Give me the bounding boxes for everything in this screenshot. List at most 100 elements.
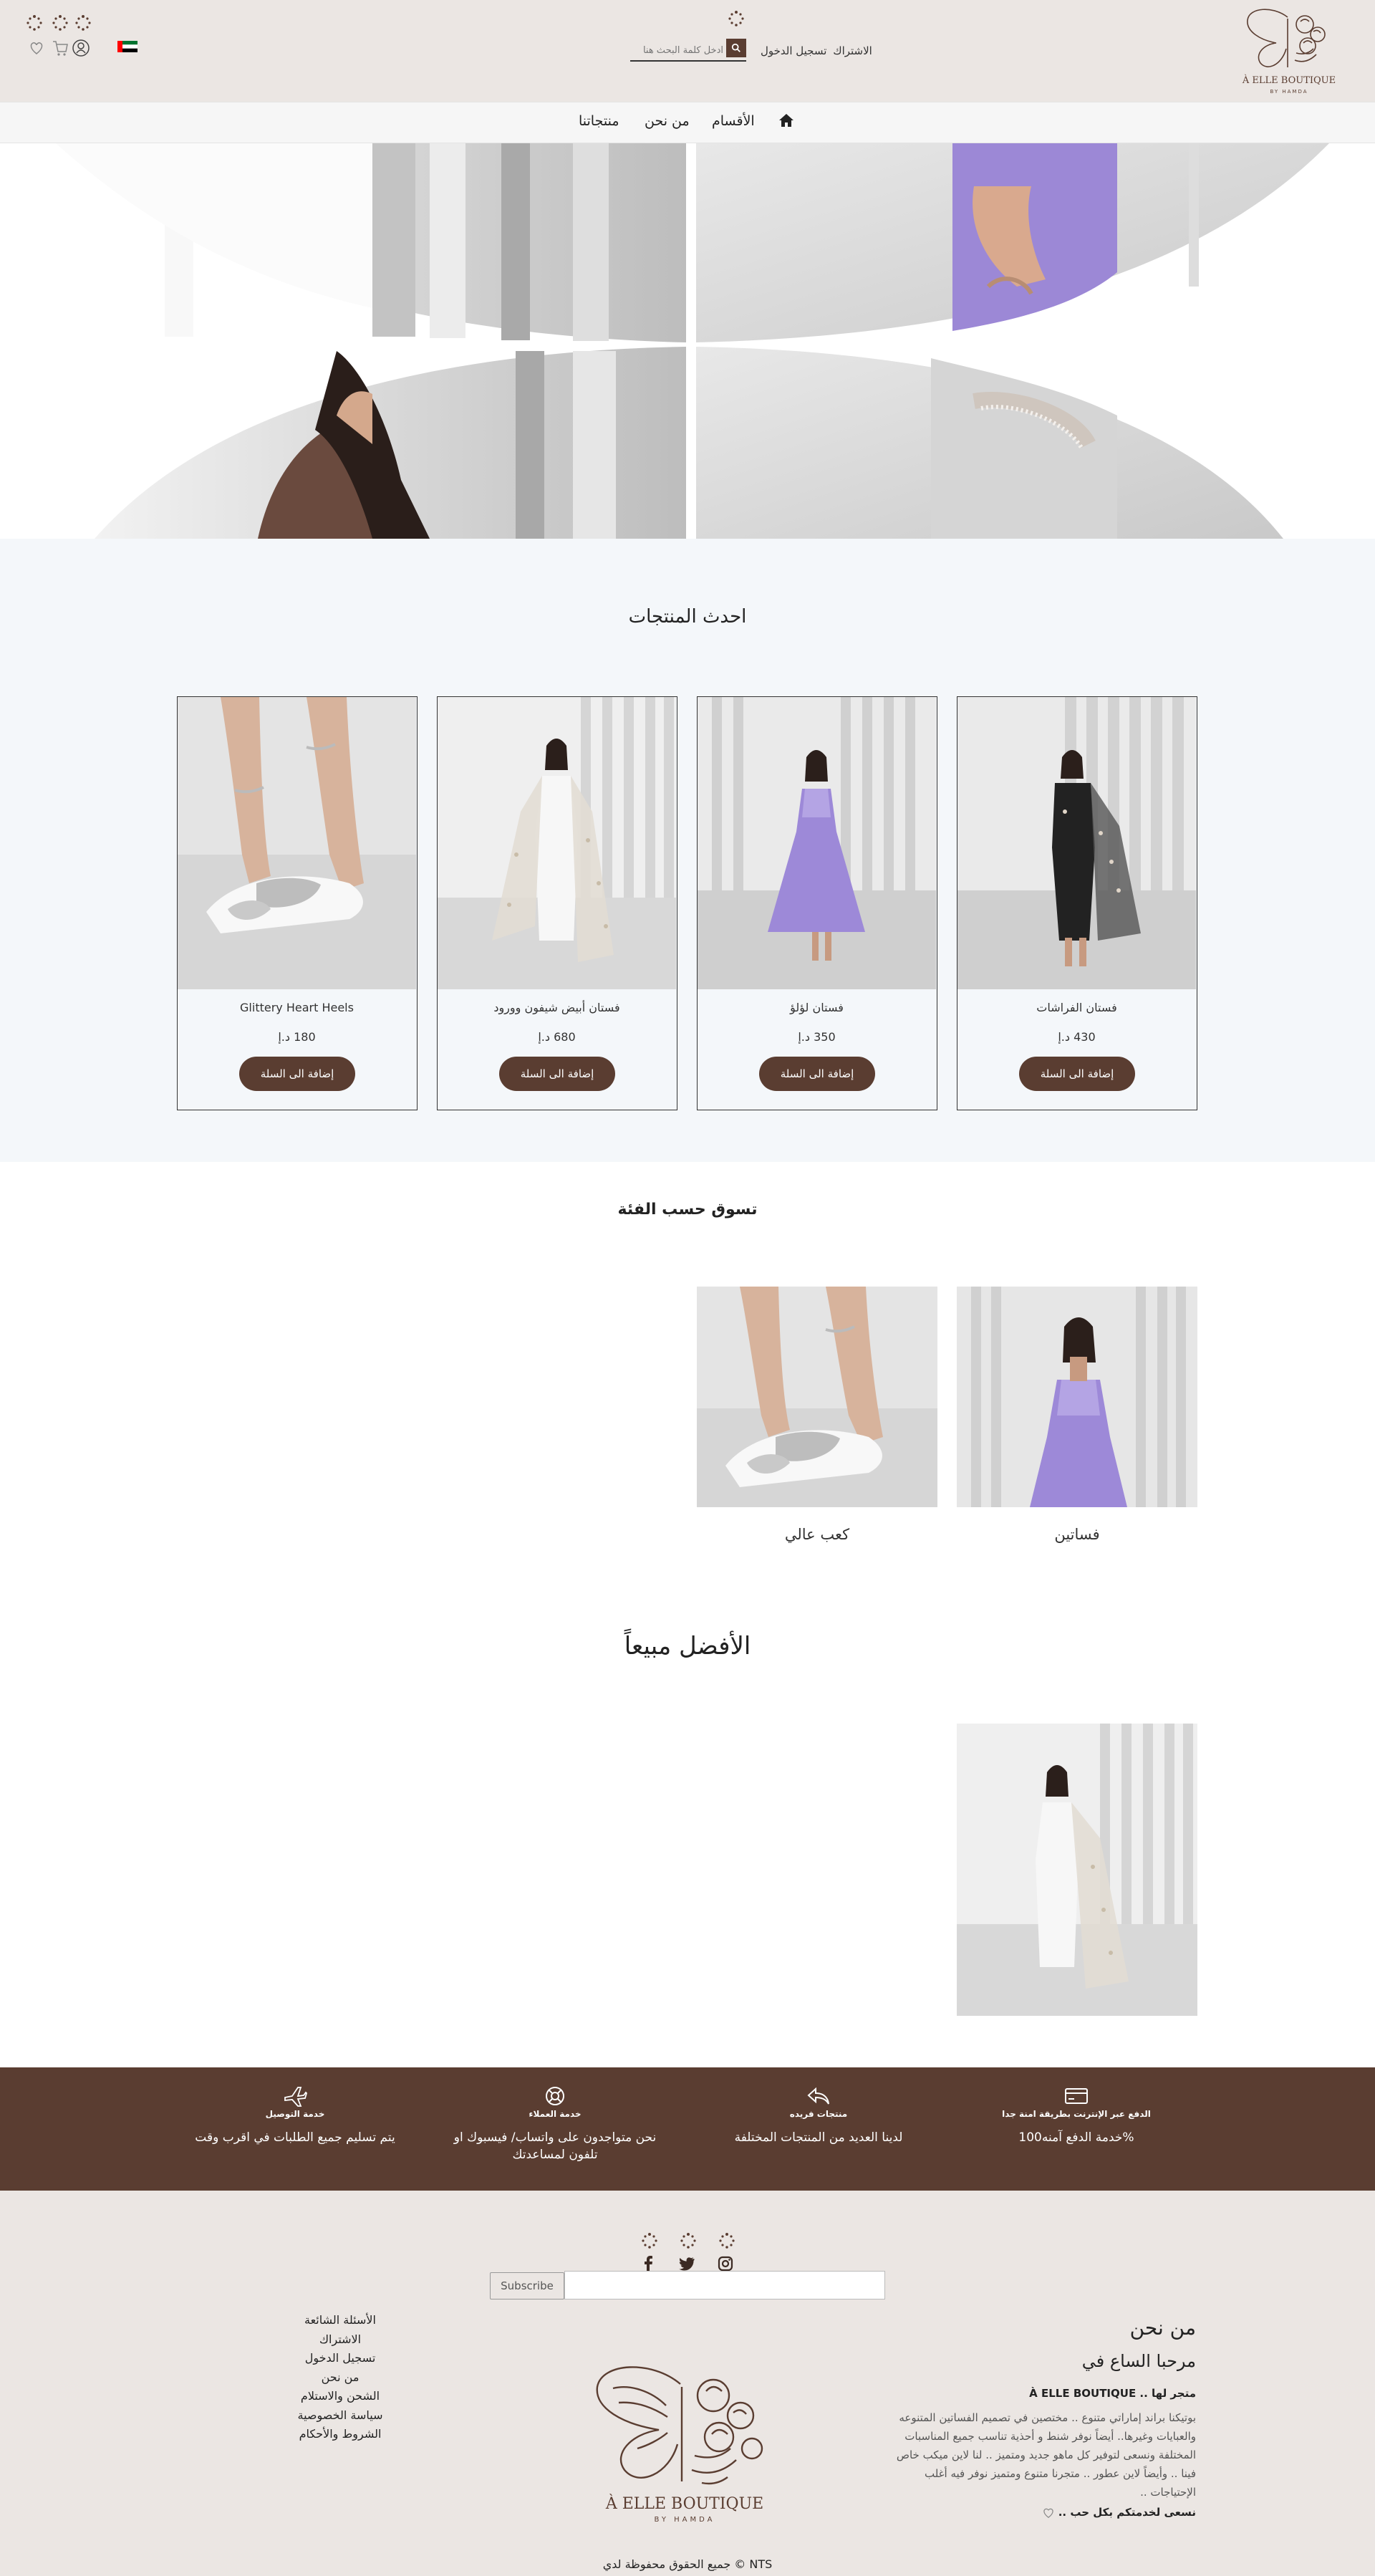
nav-home[interactable]: [778, 112, 795, 132]
about-block: من نحن مرحبا الساع في متجر لها .. À ELLE…: [888, 2315, 1196, 2520]
feature-title: خدمة التوصيل: [265, 2109, 325, 2119]
about-welcome: مرحبا الساع في: [1081, 2351, 1196, 2371]
feature-desc: نحن متواجدون على واتساب/ فيسبوك او تلفون…: [453, 2130, 657, 2162]
user-icon[interactable]: [72, 39, 90, 57]
twitter-icon: [679, 2257, 695, 2271]
svg-text:À ELLE BOUTIQUE: À ELLE BOUTIQUE: [1242, 75, 1336, 86]
svg-text:BY HAMDA: BY HAMDA: [655, 2516, 715, 2524]
add-to-cart-button[interactable]: إضافة الى السلة: [499, 1057, 615, 1091]
about-title: من نحن: [1129, 2316, 1196, 2340]
latest-products-title: احدث المنتجات: [628, 606, 747, 628]
feature-customer-service: خدمة العملاء نحن متواجدون على واتساب/ في…: [426, 2085, 684, 2163]
add-to-cart-button[interactable]: إضافة الى السلة: [759, 1057, 875, 1091]
nav-about[interactable]: من نحن: [645, 113, 690, 129]
footer-link-faq[interactable]: الأسئلة الشائعة: [286, 2311, 394, 2330]
product-card[interactable]: فستان لؤلؤ 350 د.إ إضافة الى السلة: [697, 696, 937, 1110]
main-nav: الأقسام من نحن منتجاتنا: [0, 102, 1375, 143]
newsletter-email-input[interactable]: [564, 2271, 885, 2299]
site-header: À ELLE BOUTIQUE BY HAMDA الاشتراك تسجيل …: [0, 0, 1375, 102]
product-name[interactable]: فستان لؤلؤ: [698, 1001, 936, 1014]
reply-arrow-icon: [807, 2087, 829, 2105]
about-body: بوتيكنا براند إماراتي متنوع .. مختصين في…: [896, 2411, 1196, 2499]
airplane-icon: [284, 2087, 308, 2107]
nav-products[interactable]: منتجاتنا: [579, 113, 619, 129]
about-closing-text: نسعى لخدمتكم بكل حب ..: [1058, 2506, 1196, 2519]
heart-icon[interactable]: [27, 39, 46, 57]
svg-text:BY HAMDA: BY HAMDA: [1270, 89, 1308, 95]
best-sellers-title: الأفضل مبيعاً: [624, 1632, 751, 1661]
search-box: [630, 37, 746, 62]
product-price: 180 د.إ: [278, 1030, 316, 1044]
footer-link-login[interactable]: تسجيل الدخول: [286, 2349, 394, 2368]
footer-brand-logo[interactable]: À ELLE BOUTIQUE BY HAMDA: [587, 2355, 782, 2527]
hero-banner: [0, 143, 1375, 539]
subscribe-link[interactable]: الاشتراك: [833, 44, 872, 57]
nav-categories[interactable]: الأقسام: [712, 113, 755, 129]
loading-spinner-icon: [74, 14, 92, 32]
social-instagram[interactable]: [715, 2232, 736, 2272]
footer-links: الأسئلة الشائعة الاشتراك تسجيل الدخول من…: [286, 2311, 394, 2444]
footer-link-terms[interactable]: الشروط والأحكام: [286, 2425, 394, 2444]
about-store: متجر لها .. À ELLE BOUTIQUE: [1029, 2387, 1196, 2400]
footer-link-shipping[interactable]: الشحن والاستلام: [286, 2387, 394, 2406]
product-name[interactable]: Glittery Heart Heels: [178, 1001, 416, 1014]
feature-desc: %خدمة الدفع آمنه100: [1018, 2130, 1134, 2145]
feature-delivery: خدمة التوصيل يتم تسليم جميع الطلبات في ا…: [166, 2085, 424, 2146]
home-icon: [779, 114, 793, 127]
lifebuoy-icon: [546, 2087, 564, 2105]
loading-spinner-icon: [719, 2233, 735, 2249]
footer-link-subscribe[interactable]: الاشتراك: [286, 2330, 394, 2350]
subscribe-button[interactable]: Subscribe: [490, 2272, 564, 2299]
category-label-dresses[interactable]: فساتين: [957, 1526, 1197, 1543]
hero-image: [0, 143, 1375, 539]
feature-unique-products: منتجات فريده لدينا العديد من المنتجات ال…: [690, 2085, 947, 2146]
social-facebook[interactable]: [637, 2232, 659, 2272]
feature-secure-payment: الدفع عبر الإنترنت بطريقة امنة جدا %خدمة…: [947, 2085, 1205, 2146]
add-to-cart-button[interactable]: إضافة الى السلة: [239, 1057, 355, 1091]
feature-desc: لدينا العديد من المنتجات المختلفة: [734, 2130, 903, 2145]
product-image[interactable]: [957, 697, 1196, 989]
product-name[interactable]: فستان أبيض شيفون وورود: [438, 1001, 676, 1014]
feature-title: الدفع عبر الإنترنت بطريقة امنة جدا: [1002, 2109, 1151, 2119]
product-price: 350 د.إ: [798, 1030, 836, 1044]
product-card[interactable]: فستان أبيض شيفون وورود 680 د.إ إضافة الى…: [437, 696, 677, 1110]
cart-icon[interactable]: [50, 39, 69, 57]
about-closing: نسعى لخدمتكم بكل حب ..: [888, 2504, 1196, 2520]
copyright-text: NTS © جميع الحقوق محفوظة لدي: [602, 2557, 773, 2571]
footer-link-privacy[interactable]: سياسة الخصوصية: [286, 2406, 394, 2426]
heart-icon: [1043, 2508, 1053, 2518]
footer-link-about[interactable]: من نحن: [286, 2368, 394, 2388]
social-twitter[interactable]: [676, 2232, 698, 2272]
product-image[interactable]: [178, 697, 416, 989]
search-icon: [731, 43, 740, 52]
login-link[interactable]: تسجيل الدخول: [761, 44, 826, 57]
instagram-icon: [718, 2256, 733, 2272]
loading-spinner-icon: [680, 2233, 696, 2249]
product-price: 680 د.إ: [538, 1030, 576, 1044]
product-name[interactable]: فستان الفراشات: [957, 1001, 1196, 1014]
category-label-heels[interactable]: كعب عالي: [697, 1526, 937, 1543]
svg-text:À ELLE BOUTIQUE: À ELLE BOUTIQUE: [605, 2494, 763, 2513]
product-image[interactable]: [698, 697, 936, 989]
loading-spinner-icon: [26, 14, 43, 32]
best-seller-product-image[interactable]: [957, 1724, 1197, 2016]
uae-flag-icon[interactable]: [117, 41, 138, 52]
brand-logo[interactable]: À ELLE BOUTIQUE BY HAMDA: [1239, 3, 1339, 99]
feature-desc: يتم تسليم جميع الطلبات في اقرب وقت: [195, 2130, 395, 2145]
product-card[interactable]: فستان الفراشات 430 د.إ إضافة الى السلة: [957, 696, 1197, 1110]
feature-title: منتجات فريده: [789, 2109, 848, 2119]
auth-links: الاشتراك تسجيل الدخول: [758, 44, 872, 57]
product-image[interactable]: [438, 697, 676, 989]
product-price: 430 د.إ: [1058, 1030, 1096, 1044]
category-card-heels[interactable]: [697, 1287, 937, 1507]
add-to-cart-button[interactable]: إضافة الى السلة: [1019, 1057, 1135, 1091]
search-button[interactable]: [726, 39, 746, 57]
category-card-dresses[interactable]: [957, 1287, 1197, 1507]
category-image: [697, 1287, 937, 1507]
loading-spinner-icon: [642, 2233, 657, 2249]
search-input[interactable]: [630, 42, 723, 59]
header-icons: [26, 39, 95, 60]
product-card[interactable]: Glittery Heart Heels 180 د.إ إضافة الى ا…: [177, 696, 418, 1110]
categories-title: تسوق حسب الفئة: [617, 1201, 758, 1219]
credit-card-icon: [1065, 2088, 1088, 2104]
